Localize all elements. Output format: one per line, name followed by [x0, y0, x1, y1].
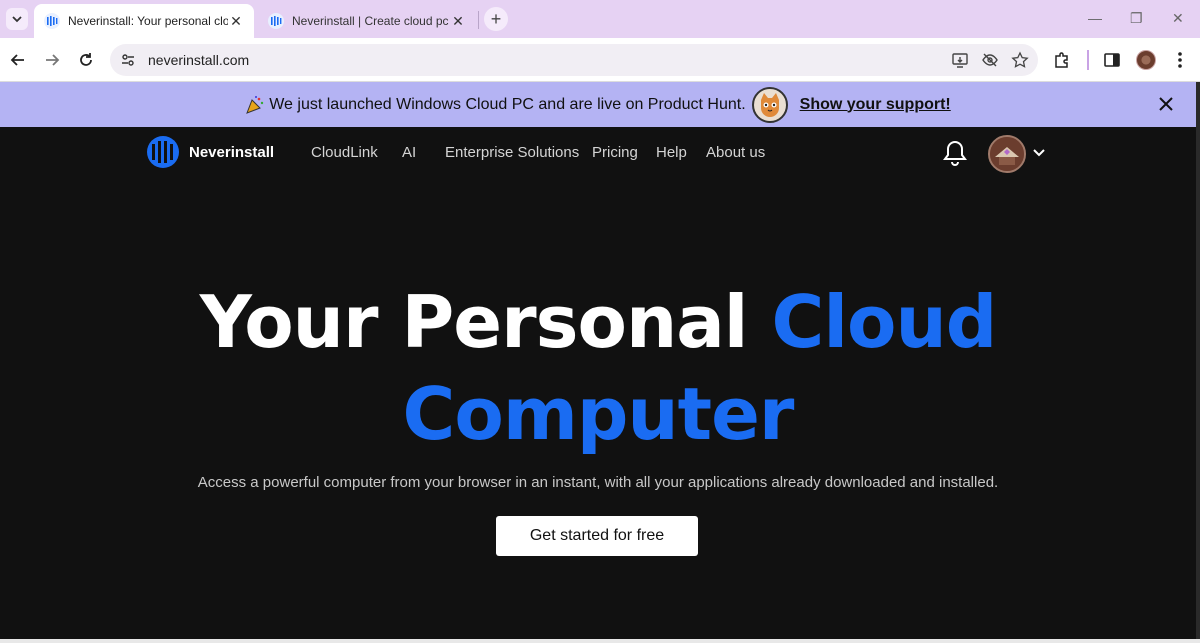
- minimize-button[interactable]: —: [1088, 10, 1102, 26]
- tab-neverinstall-create[interactable]: Neverinstall | Create cloud pc sp ✕: [258, 4, 476, 38]
- eye-off-icon: [982, 53, 998, 67]
- user-avatar[interactable]: [988, 135, 1026, 173]
- install-app-icon: [952, 53, 968, 68]
- close-window-button[interactable]: ✕: [1172, 10, 1184, 27]
- star-icon: [1011, 51, 1029, 68]
- tab-title: Neverinstall: Your personal clou: [68, 14, 228, 28]
- browser-menu-button[interactable]: [1168, 48, 1192, 72]
- bookmark-button[interactable]: [1008, 48, 1032, 72]
- browser-toolbar: neverinstall.com: [0, 38, 1200, 82]
- announcement-banner: We just launched Windows Cloud PC and ar…: [0, 82, 1196, 127]
- neverinstall-logo-icon[interactable]: [146, 135, 180, 169]
- hero-title-accent-cloud: Cloud: [771, 280, 998, 364]
- neverinstall-favicon-icon: [268, 13, 284, 29]
- puzzle-icon: [1055, 52, 1068, 68]
- site-navigation: Neverinstall CloudLink AI Enterprise Sol…: [0, 127, 1196, 179]
- hero-title: Your Personal Cloud Computer: [0, 276, 1196, 460]
- close-icon: [1159, 97, 1173, 111]
- tab-neverinstall-home[interactable]: Neverinstall: Your personal clou ✕: [34, 4, 254, 38]
- hero-title-part1: Your Personal: [199, 280, 772, 364]
- arrow-right-icon: [46, 54, 60, 66]
- side-panel-button[interactable]: [1100, 48, 1124, 72]
- address-bar[interactable]: neverinstall.com: [110, 44, 1038, 76]
- avatar-image-icon: [990, 137, 1024, 171]
- arrow-left-icon: [10, 54, 24, 66]
- browser-profile-avatar[interactable]: [1136, 50, 1156, 70]
- cat-mascot-icon: [760, 92, 779, 117]
- banner-message: We just launched Windows Cloud PC and ar…: [269, 95, 746, 113]
- nav-link-enterprise-solutions[interactable]: Enterprise Solutions: [445, 144, 579, 161]
- nav-link-about-us[interactable]: About us: [706, 144, 765, 161]
- reload-button[interactable]: [74, 48, 98, 72]
- notification-bell-icon[interactable]: [942, 139, 968, 167]
- chevron-down-icon: [12, 16, 22, 23]
- tracking-protection-button[interactable]: [978, 48, 1002, 72]
- forward-button[interactable]: [40, 48, 64, 72]
- more-vertical-icon: [1178, 52, 1182, 68]
- restore-button[interactable]: ❐: [1130, 10, 1143, 27]
- back-button[interactable]: [6, 48, 30, 72]
- bottom-edge: [0, 639, 1200, 643]
- side-panel-icon: [1104, 53, 1120, 67]
- party-popper-icon: [246, 95, 264, 114]
- nav-link-cloudlink[interactable]: CloudLink: [311, 144, 378, 161]
- get-started-button[interactable]: Get started for free: [496, 516, 698, 556]
- page-scrollbar[interactable]: [1196, 82, 1200, 643]
- install-app-button[interactable]: [948, 48, 972, 72]
- extensions-button[interactable]: [1050, 48, 1074, 72]
- reload-icon: [80, 53, 92, 66]
- chevron-down-icon[interactable]: [1032, 145, 1046, 159]
- url-text: neverinstall.com: [148, 52, 250, 68]
- neverinstall-favicon-icon: [44, 13, 60, 29]
- tune-icon: [122, 54, 134, 66]
- tab-search-button[interactable]: [6, 8, 28, 30]
- hero-title-accent-computer: Computer: [402, 372, 795, 456]
- site-info-button[interactable]: [116, 48, 140, 72]
- nav-link-help[interactable]: Help: [656, 144, 687, 161]
- tab-separator: [478, 11, 479, 29]
- close-banner-button[interactable]: [1156, 94, 1176, 114]
- tab-title: Neverinstall | Create cloud pc sp: [292, 14, 450, 28]
- show-support-link[interactable]: Show your support!: [800, 96, 951, 114]
- browser-tab-bar: Neverinstall: Your personal clou ✕ Never…: [0, 0, 1200, 38]
- new-tab-button[interactable]: +: [484, 7, 508, 31]
- nav-link-ai[interactable]: AI: [402, 144, 416, 161]
- hero-subtitle: Access a powerful computer from your bro…: [197, 474, 999, 491]
- toolbar-divider: [1087, 50, 1089, 70]
- nav-link-pricing[interactable]: Pricing: [592, 144, 638, 161]
- close-tab-icon[interactable]: ✕: [450, 13, 466, 29]
- close-tab-icon[interactable]: ✕: [228, 13, 244, 29]
- brand-name[interactable]: Neverinstall: [189, 144, 274, 161]
- product-hunt-mascot-image: [751, 86, 788, 123]
